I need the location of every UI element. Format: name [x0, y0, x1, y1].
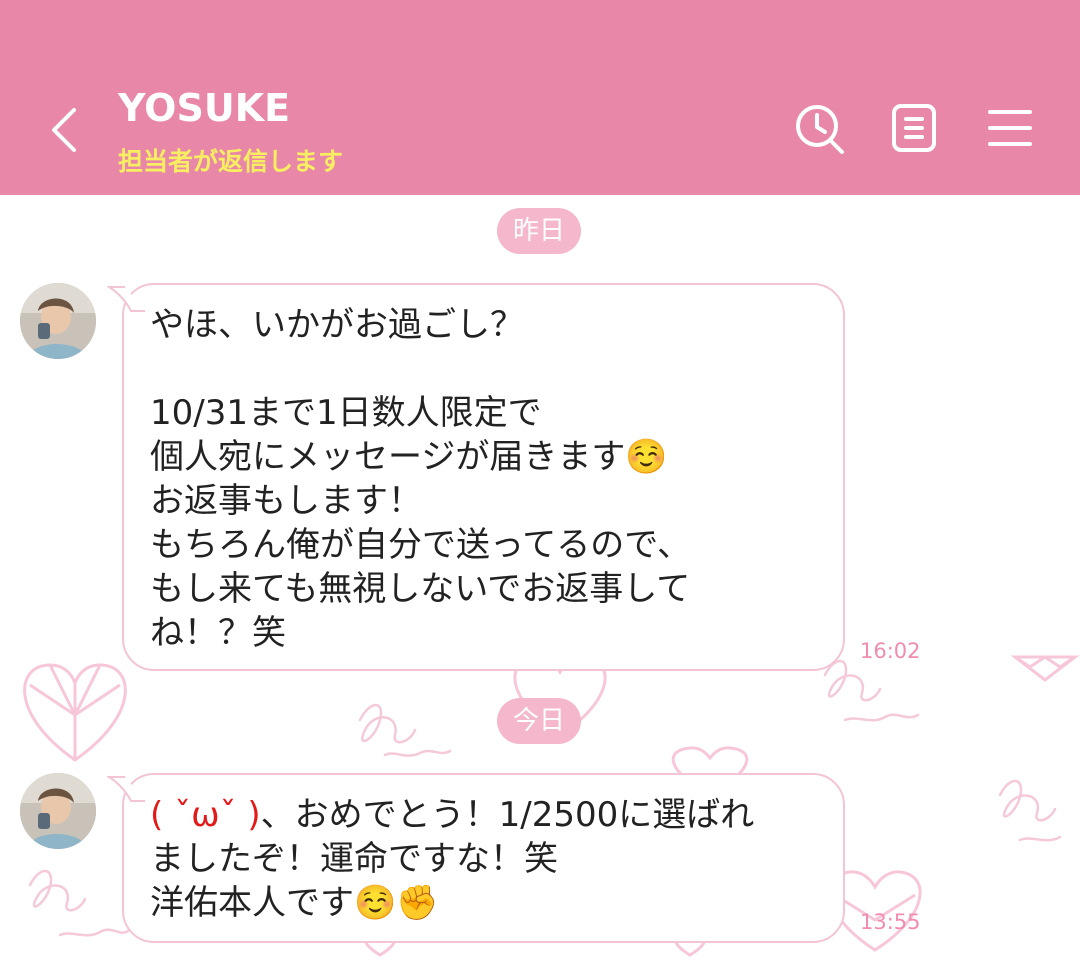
back-arrow-icon[interactable] — [40, 100, 96, 156]
date-divider-yesterday: 昨日 — [497, 208, 582, 254]
avatar[interactable] — [20, 773, 96, 849]
message-time: 16:02 — [860, 639, 921, 663]
chat-title[interactable]: YOSUKE — [118, 86, 290, 130]
message-time: 13:55 — [860, 910, 921, 934]
message-text: やほ、いかがお過ごし？ 10/31まで1日数人限定で 個人宛にメッセージが届きま… — [150, 305, 691, 653]
chat-subtitle: 担当者が返信します — [118, 147, 344, 176]
kaomoji: ( ˇωˇ ) — [150, 795, 261, 835]
menu-icon[interactable] — [982, 100, 1038, 156]
chat-header: YOSUKE 担当者が返信します — [0, 0, 1080, 195]
message-text: ( ˇωˇ )、おめでとう！1/2500に選ばれ ましたぞ！運命ですな！笑 洋佑… — [150, 793, 754, 925]
search-history-icon[interactable] — [792, 100, 848, 156]
date-divider-today: 今日 — [497, 698, 582, 744]
bubble-tail — [107, 286, 145, 312]
bubble-tail — [107, 776, 145, 802]
avatar[interactable] — [20, 283, 96, 359]
notes-icon[interactable] — [886, 100, 942, 156]
